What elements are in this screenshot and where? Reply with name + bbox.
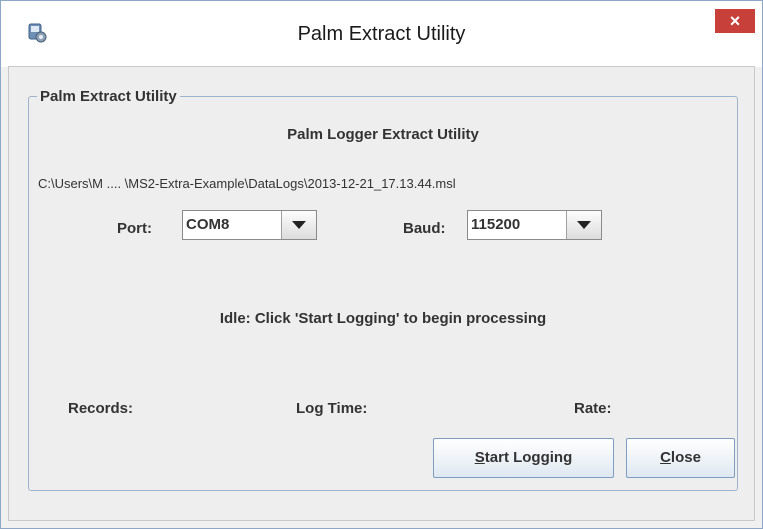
- window-close-button[interactable]: ×: [715, 9, 755, 33]
- port-select-value: COM8: [186, 216, 230, 233]
- baud-select[interactable]: 115200: [467, 210, 602, 240]
- baud-label: Baud:: [403, 220, 446, 237]
- baud-dropdown-button[interactable]: [566, 211, 601, 239]
- port-select[interactable]: COM8: [182, 210, 317, 240]
- chevron-down-icon: [577, 221, 591, 229]
- status-message: Idle: Click 'Start Logging' to begin pro…: [219, 310, 547, 327]
- port-dropdown-button[interactable]: [281, 211, 316, 239]
- window-title: Palm Extract Utility: [297, 23, 466, 45]
- start-logging-mnemonic: S: [474, 449, 485, 466]
- baud-select-value: 115200: [471, 216, 521, 233]
- close-mnemonic: C: [660, 449, 671, 466]
- close-icon: ×: [729, 11, 741, 31]
- group-legend: Palm Extract Utility: [40, 88, 177, 105]
- close-button[interactable]: Close: [626, 438, 735, 478]
- start-logging-button[interactable]: Start Logging: [433, 438, 614, 478]
- port-label: Port:: [117, 220, 152, 237]
- close-label: lose: [670, 449, 701, 466]
- extract-group-box: Palm Extract Utility: [28, 88, 738, 491]
- utility-heading: Palm Logger Extract Utility: [287, 126, 479, 143]
- log-time-label: Log Time:: [296, 400, 368, 417]
- start-logging-label: tart Logging: [484, 449, 573, 466]
- chevron-down-icon: [292, 221, 306, 229]
- records-label: Records:: [68, 400, 134, 417]
- file-path-label: C:\Users\M .... \MS2-Extra-Example\DataL…: [38, 176, 456, 191]
- title-bar[interactable]: Palm Extract Utility ×: [1, 1, 762, 67]
- rate-label: Rate:: [574, 400, 612, 417]
